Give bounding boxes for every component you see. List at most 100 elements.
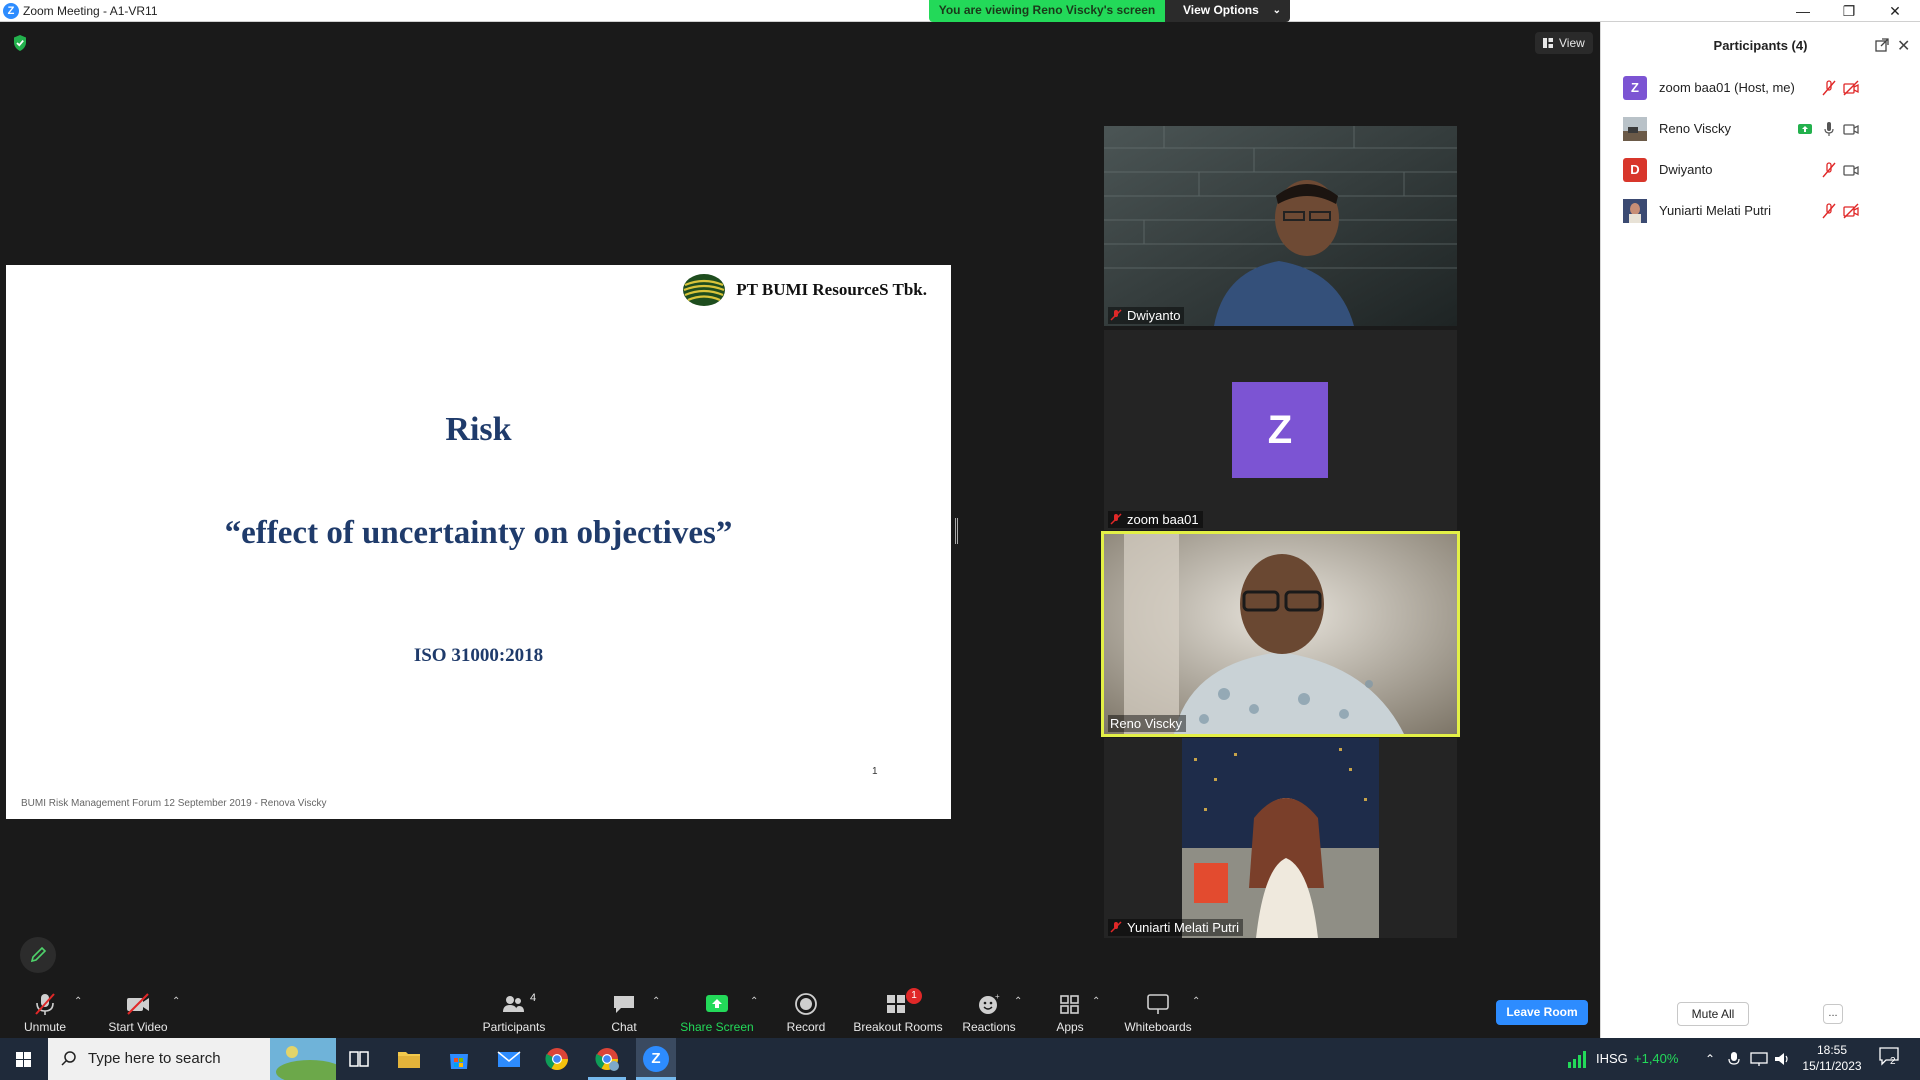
video-off-icon[interactable] — [1843, 203, 1859, 219]
split-resize-handle[interactable] — [955, 518, 958, 544]
slide-footer: BUMI Risk Management Forum 12 September … — [21, 798, 327, 809]
window-title: Zoom Meeting - A1-VR11 — [23, 4, 158, 18]
mic-muted-icon — [1110, 921, 1122, 933]
tile-name-label: Yuniarti Melati Putri — [1108, 919, 1243, 936]
tile-name-label: zoom baa01 — [1108, 511, 1203, 528]
participants-panel-footer: Mute All ... — [1601, 1002, 1920, 1038]
close-panel-icon[interactable]: ✕ — [1897, 36, 1910, 56]
file-explorer-icon[interactable] — [396, 1046, 422, 1072]
mic-muted-icon — [1110, 309, 1122, 321]
apps-button[interactable]: Apps — [1044, 982, 1096, 1038]
zoom-logo-icon: Z — [3, 3, 19, 19]
participant-row[interactable]: Yuniarti Melati Putri — [1601, 191, 1920, 231]
tile-name-label: Dwiyanto — [1108, 307, 1185, 324]
windows-start-icon[interactable] — [0, 1038, 46, 1080]
share-options-caret[interactable]: ⌃ — [750, 996, 758, 1007]
video-tile-zoom-baa01[interactable]: Z zoom baa01 — [1104, 330, 1457, 530]
mute-all-button[interactable]: Mute All — [1677, 1002, 1749, 1026]
meeting-area: View PT BUMI ResourceS Tbk. Risk “effect… — [0, 22, 1600, 982]
apps-options-caret[interactable]: ⌃ — [1092, 996, 1100, 1007]
apps-icon — [1060, 995, 1079, 1014]
taskbar-search-box[interactable]: Type here to search — [48, 1038, 336, 1080]
record-button[interactable]: Record — [776, 982, 836, 1038]
participant-avatar: Z — [1232, 382, 1328, 478]
video-tile-yuniarti[interactable]: Yuniarti Melati Putri — [1104, 738, 1457, 938]
tray-overflow-chevron-icon[interactable]: ⌃ — [1705, 1038, 1715, 1080]
restore-button[interactable]: ❐ — [1826, 0, 1872, 22]
stock-ticker-name[interactable]: IHSG — [1596, 1038, 1628, 1080]
participant-name: Dwiyanto — [1659, 162, 1713, 177]
share-screen-icon — [706, 995, 728, 1012]
video-tile-reno-viscky[interactable]: Reno Viscky — [1101, 531, 1460, 737]
whiteboard-icon — [1147, 994, 1169, 1014]
participant-row[interactable]: D Dwiyanto — [1601, 150, 1920, 190]
view-button-label: View — [1559, 36, 1585, 50]
participant-row[interactable]: Z zoom baa01 (Host, me) — [1601, 68, 1920, 108]
chrome-profile-icon[interactable] — [594, 1046, 620, 1072]
start-video-button[interactable]: Start Video — [98, 982, 178, 1038]
whiteboards-options-caret[interactable]: ⌃ — [1192, 996, 1200, 1007]
volume-icon[interactable] — [1774, 1051, 1792, 1067]
microsoft-store-icon[interactable] — [446, 1046, 472, 1072]
view-layout-button[interactable]: View — [1535, 32, 1593, 54]
pop-out-icon[interactable] — [1875, 38, 1889, 52]
participant-video-feed — [1104, 738, 1457, 938]
video-tile-dwiyanto[interactable]: Dwiyanto — [1104, 126, 1457, 326]
mic-muted-icon[interactable] — [1821, 80, 1837, 96]
share-screen-button[interactable]: Share Screen — [676, 982, 758, 1038]
view-options-label: View Options — [1183, 3, 1259, 17]
chevron-down-icon: ⌄ — [1272, 5, 1281, 16]
annotate-pen-button[interactable] — [20, 937, 56, 973]
mail-icon[interactable] — [496, 1046, 522, 1072]
smiley-icon: + — [979, 992, 1000, 1014]
svg-text:+: + — [995, 992, 1000, 1001]
company-logo: PT BUMI ResourceS Tbk. — [682, 272, 927, 308]
participants-panel-title: Participants (4) — [1713, 38, 1808, 53]
mic-muted-icon[interactable] — [1821, 203, 1837, 219]
notification-center-button[interactable]: 2 — [1878, 1046, 1904, 1072]
chat-options-caret[interactable]: ⌃ — [652, 996, 660, 1007]
mic-muted-icon — [1110, 513, 1122, 525]
zoom-taskbar-button[interactable]: Z — [636, 1038, 676, 1080]
task-view-icon[interactable] — [346, 1046, 372, 1072]
video-icon[interactable] — [1843, 162, 1859, 178]
security-shield-icon[interactable] — [12, 34, 28, 52]
grid-layout-icon — [1543, 38, 1553, 48]
close-window-button[interactable]: ✕ — [1872, 0, 1918, 22]
video-icon[interactable] — [1843, 121, 1859, 137]
reactions-button[interactable]: + Reactions — [958, 982, 1020, 1038]
breakout-badge: 1 — [906, 988, 922, 1004]
whiteboards-button[interactable]: Whiteboards — [1116, 982, 1200, 1038]
more-options-button[interactable]: ... — [1823, 1004, 1843, 1024]
unmute-button[interactable]: Unmute — [10, 982, 80, 1038]
avatar — [1623, 117, 1647, 141]
minimize-button[interactable]: — — [1780, 0, 1826, 22]
reactions-options-caret[interactable]: ⌃ — [1014, 996, 1022, 1007]
video-off-icon[interactable] — [1843, 80, 1859, 96]
breakout-rooms-button[interactable]: 1 Breakout Rooms — [852, 982, 944, 1038]
tray-mic-icon[interactable] — [1728, 1051, 1740, 1067]
bumi-logo-icon — [683, 274, 726, 306]
stock-ticker-change[interactable]: +1,40% — [1634, 1038, 1678, 1080]
network-icon[interactable] — [1750, 1051, 1768, 1067]
mic-muted-icon[interactable] — [1821, 162, 1837, 178]
participants-count: 4 — [530, 992, 537, 1004]
view-options-button[interactable]: View Options ⌄ — [1165, 0, 1290, 22]
chat-button[interactable]: Chat — [594, 982, 654, 1038]
participant-row[interactable]: Reno Viscky — [1601, 109, 1920, 149]
video-off-icon — [127, 993, 149, 1015]
audio-options-caret[interactable]: ⌃ — [74, 996, 82, 1007]
profile-photo — [1623, 117, 1647, 141]
taskbar-clock[interactable]: 18:55 15/11/2023 — [1800, 1042, 1864, 1074]
sharing-screen-icon — [1798, 124, 1812, 134]
slide-page-number: 1 — [872, 766, 878, 777]
slide-standard: ISO 31000:2018 — [413, 645, 544, 666]
profile-photo — [1623, 199, 1647, 223]
people-icon — [503, 996, 524, 1012]
mic-icon[interactable] — [1821, 121, 1837, 137]
leave-room-button[interactable]: Leave Room — [1496, 1000, 1588, 1025]
participants-button[interactable]: 4 Participants — [474, 982, 554, 1038]
video-options-caret[interactable]: ⌃ — [172, 996, 180, 1007]
search-icon — [61, 1051, 76, 1066]
chrome-icon[interactable] — [544, 1046, 570, 1072]
